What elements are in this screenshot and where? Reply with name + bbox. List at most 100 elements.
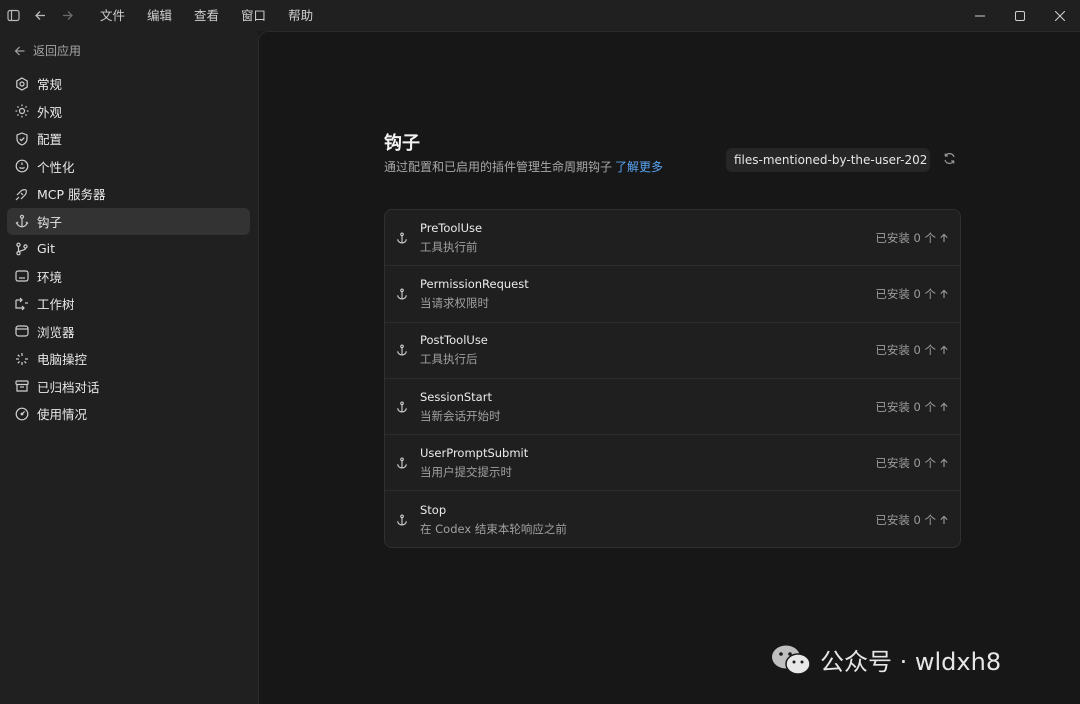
hooks-list: PreToolUse 工具执行前 已安装 0 个 PermissionReque… <box>384 209 961 548</box>
title-bar: 文件 编辑 查看 窗口 帮助 <box>0 0 1080 31</box>
hook-row-pretooluse[interactable]: PreToolUse 工具执行前 已安装 0 个 <box>385 210 960 267</box>
expand-icon[interactable] <box>939 402 949 412</box>
sidebar-item-label: 配置 <box>37 132 63 148</box>
sidebar-item-label: 环境 <box>37 269 63 285</box>
sidebar-item-computer-control[interactable]: 电脑操控 <box>7 345 250 373</box>
anchor-icon <box>396 401 410 413</box>
wechat-logo-icon <box>772 645 811 675</box>
menu-view[interactable]: 查看 <box>183 0 230 31</box>
sidebar-item-mcp-servers[interactable]: MCP 服务器 <box>7 180 250 208</box>
hook-name: UserPromptSubmit <box>420 445 529 460</box>
maximize-icon[interactable] <box>1000 0 1040 31</box>
sidebar-item-label: 常规 <box>37 77 63 93</box>
back-arrow-icon[interactable] <box>28 4 52 28</box>
close-icon[interactable] <box>1040 0 1080 31</box>
expand-icon[interactable] <box>939 233 949 243</box>
anchor-icon <box>396 232 410 244</box>
sidebar-item-appearance[interactable]: 外观 <box>7 98 250 126</box>
sidebar-item-label: 浏览器 <box>37 324 75 340</box>
hook-row-permissionrequest[interactable]: PermissionRequest 当请求权限时 已安装 0 个 <box>385 266 960 323</box>
sidebar-item-label: 已归档对话 <box>37 379 100 395</box>
hook-text: SessionStart 当新会话开始时 <box>420 389 501 425</box>
hook-name: SessionStart <box>420 389 492 404</box>
menu-help[interactable]: 帮助 <box>277 0 324 31</box>
hook-description: 当用户提交提示时 <box>420 464 512 479</box>
menu-window[interactable]: 窗口 <box>230 0 277 31</box>
hook-status: 已安装 0 个 <box>875 379 949 434</box>
sidebar-item-general[interactable]: 常规 <box>7 70 250 98</box>
anchor-icon <box>396 288 410 300</box>
sparkle-icon <box>15 352 29 366</box>
sidebar-toggle-icon[interactable] <box>1 4 25 28</box>
hook-text: PostToolUse 工具执行后 <box>420 332 488 368</box>
anchor-icon <box>396 457 410 469</box>
sidebar-item-git[interactable]: Git <box>7 235 250 263</box>
hook-name: PreToolUse <box>420 220 483 235</box>
hook-row-sessionstart[interactable]: SessionStart 当新会话开始时 已安装 0 个 <box>385 379 960 436</box>
gauge-icon <box>15 407 29 421</box>
window-controls <box>960 0 1080 31</box>
gear-icon <box>15 77 29 91</box>
settings-sidebar: 返回应用 常规 外观 配置 个性化 MCP 服务器 钩子 Git 环境 工作树 … <box>0 31 258 704</box>
anchor-icon <box>396 344 410 356</box>
back-to-app-label: 返回应用 <box>33 44 82 58</box>
archive-icon <box>15 379 29 393</box>
sidebar-item-label: 工作树 <box>37 297 75 313</box>
sidebar-item-personalization[interactable]: 个性化 <box>7 153 250 181</box>
shield-icon <box>15 132 29 146</box>
smile-icon <box>15 159 29 173</box>
sidebar-item-browser[interactable]: 浏览器 <box>7 318 250 346</box>
hook-description: 当请求权限时 <box>420 295 489 310</box>
hook-text: UserPromptSubmit 当用户提交提示时 <box>420 445 528 481</box>
sun-icon <box>15 104 29 118</box>
sidebar-item-worktree[interactable]: 工作树 <box>7 290 250 318</box>
menu-edit[interactable]: 编辑 <box>136 0 183 31</box>
expand-icon[interactable] <box>939 345 949 355</box>
hook-status: 已安装 0 个 <box>875 323 949 378</box>
hook-description: 在 Codex 结束本轮响应之前 <box>420 521 567 536</box>
expand-icon[interactable] <box>939 515 949 525</box>
back-arrow-icon <box>14 46 25 55</box>
menu-file[interactable]: 文件 <box>89 0 136 31</box>
sidebar-item-archived-chats[interactable]: 已归档对话 <box>7 373 250 401</box>
hook-installed-count: 已安装 0 个 <box>875 512 936 527</box>
hook-status: 已安装 0 个 <box>875 491 949 547</box>
sidebar-item-usage[interactable]: 使用情况 <box>7 400 250 428</box>
refresh-icon[interactable] <box>943 152 956 165</box>
sidebar-item-environment[interactable]: 环境 <box>7 263 250 291</box>
hook-status: 已安装 0 个 <box>875 266 949 321</box>
settings-nav: 常规 外观 配置 个性化 MCP 服务器 钩子 Git 环境 工作树 浏览器 电… <box>7 70 250 428</box>
hook-row-posttooluse[interactable]: PostToolUse 工具执行后 已安装 0 个 <box>385 323 960 379</box>
forward-arrow-icon[interactable] <box>55 4 79 28</box>
expand-icon[interactable] <box>939 289 949 299</box>
learn-more-link[interactable]: 了解更多 <box>615 160 663 174</box>
sidebar-item-config[interactable]: 配置 <box>7 125 250 153</box>
git-branch-icon <box>15 242 29 256</box>
hook-text: PermissionRequest 当请求权限时 <box>420 276 529 312</box>
page-title: 钩子 <box>384 133 420 154</box>
sidebar-item-hooks[interactable]: 钩子 <box>7 207 250 235</box>
terminal-icon <box>15 269 29 283</box>
hook-name: PermissionRequest <box>420 276 529 291</box>
hook-text: Stop 在 Codex 结束本轮响应之前 <box>420 502 567 538</box>
hook-name: Stop <box>420 502 447 517</box>
browser-icon <box>15 324 29 338</box>
hook-row-userpromptsubmit[interactable]: UserPromptSubmit 当用户提交提示时 已安装 0 个 <box>385 435 960 492</box>
sidebar-item-label: 电脑操控 <box>37 352 88 368</box>
back-to-app-link[interactable]: 返回应用 <box>14 42 81 59</box>
hook-installed-count: 已安装 0 个 <box>875 399 936 414</box>
page-subtitle: 通过配置和已启用的插件管理生命周期钩子 了解更多 <box>384 158 663 175</box>
minimize-icon[interactable] <box>960 0 1000 31</box>
anchor-icon <box>15 214 29 228</box>
anchor-icon <box>396 514 410 526</box>
worktree-icon <box>15 297 29 311</box>
hook-installed-count: 已安装 0 个 <box>875 455 936 470</box>
sidebar-item-label: 个性化 <box>37 159 75 175</box>
expand-icon[interactable] <box>939 458 949 468</box>
hook-source-dropdown[interactable]: files-mentioned-by-the-user-202 <box>726 148 930 172</box>
sidebar-item-label: Git <box>37 241 56 257</box>
sidebar-item-label: MCP 服务器 <box>37 187 106 203</box>
hook-description: 当新会话开始时 <box>420 408 501 423</box>
hook-row-stop[interactable]: Stop 在 Codex 结束本轮响应之前 已安装 0 个 <box>385 491 960 547</box>
hook-name: PostToolUse <box>420 333 488 348</box>
